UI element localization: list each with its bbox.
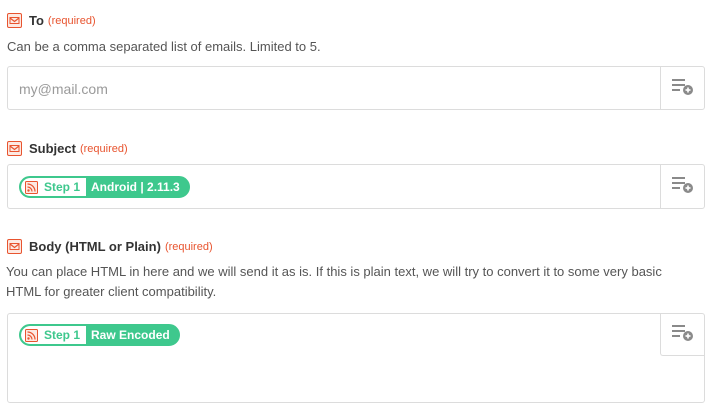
to-input[interactable] bbox=[8, 67, 659, 111]
body-pill-step-label: Step 1 bbox=[44, 328, 81, 342]
body-help-text: You can place HTML in here and we will s… bbox=[6, 264, 662, 299]
body-pill-value: Raw Encoded bbox=[91, 328, 170, 342]
subject-label: Subject bbox=[29, 140, 76, 156]
insert-field-icon bbox=[671, 322, 695, 347]
subject-input-box[interactable]: Step 1 Android | 2.11.3 bbox=[7, 164, 705, 209]
to-input-box bbox=[7, 66, 705, 111]
subject-insert-field-button[interactable] bbox=[660, 165, 704, 208]
body-insert-field-button[interactable] bbox=[660, 314, 704, 356]
to-label: To bbox=[29, 12, 44, 28]
body-required: (required) bbox=[164, 241, 213, 253]
subject-pill-value: Android | 2.11.3 bbox=[91, 180, 180, 194]
insert-field-icon bbox=[671, 76, 695, 101]
rss-app-icon bbox=[25, 328, 38, 342]
body-field: Body (HTML or Plain) (required) You can … bbox=[6, 236, 705, 406]
subject-pill-step-label: Step 1 bbox=[44, 180, 81, 194]
subject-label-row: Subject (required) bbox=[7, 138, 705, 158]
body-textarea-box[interactable]: Step 1 Raw Encoded bbox=[7, 313, 705, 403]
body-step-pill[interactable]: Step 1 Raw Encoded bbox=[19, 324, 180, 346]
to-label-row: To (required) bbox=[7, 10, 705, 30]
to-required: (required) bbox=[47, 15, 96, 27]
mail-icon bbox=[7, 140, 22, 156]
body-label: Body (HTML or Plain) bbox=[29, 238, 161, 254]
subject-pill-step-part: Step 1 bbox=[21, 178, 87, 196]
insert-field-icon bbox=[671, 174, 695, 199]
subject-required: (required) bbox=[79, 143, 128, 155]
subject-step-pill[interactable]: Step 1 Android | 2.11.3 bbox=[19, 176, 190, 198]
mail-icon bbox=[7, 238, 22, 254]
mail-icon bbox=[7, 12, 22, 28]
body-label-row: Body (HTML or Plain) (required) bbox=[7, 236, 705, 256]
to-help-text: Can be a comma separated list of emails.… bbox=[7, 39, 321, 54]
to-field: To (required) Can be a comma separated l… bbox=[7, 10, 705, 112]
body-pill-step-part: Step 1 bbox=[21, 326, 87, 344]
rss-app-icon bbox=[25, 180, 38, 194]
to-insert-field-button[interactable] bbox=[660, 67, 704, 109]
subject-field: Subject (required) Step 1 Android | 2.11… bbox=[7, 138, 705, 210]
